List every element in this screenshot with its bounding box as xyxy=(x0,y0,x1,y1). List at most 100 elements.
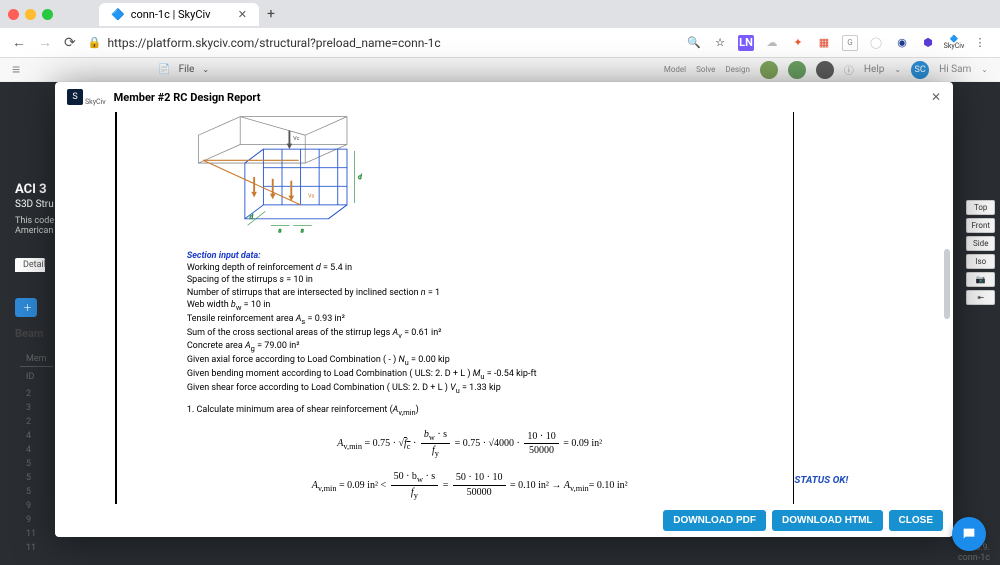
label-design: Design xyxy=(725,65,749,74)
status-ok: STATUS OK! xyxy=(794,475,848,486)
beam-diagram: Vs Vc d d s s xyxy=(187,112,377,242)
status-wrap: STATUS OK! xyxy=(794,112,913,504)
report-line: Given axial force according to Load Comb… xyxy=(187,354,753,368)
report-modal: S SkyCiv Member #2 RC Design Report ✕ xyxy=(55,82,953,537)
table-row[interactable]: 5 xyxy=(20,457,53,471)
view-top-button[interactable]: Top xyxy=(966,200,995,215)
brand-label: SkyCiv xyxy=(85,98,106,106)
label-solve: Solve xyxy=(696,65,715,74)
camera-button[interactable]: 📷 xyxy=(966,272,995,287)
chevron-down-icon: ⌄ xyxy=(981,65,988,74)
ext-ln-icon[interactable]: LN xyxy=(738,35,754,51)
user-greeting: Hi Sam xyxy=(939,64,971,75)
forward-button[interactable]: → xyxy=(38,34,52,51)
table-row[interactable]: 2 xyxy=(20,415,53,429)
browser-tab[interactable]: 🔷 conn-1c | SkyCiv ✕ xyxy=(99,3,259,26)
star-icon[interactable]: ☆ xyxy=(712,35,728,51)
tab-favicon: 🔷 xyxy=(111,8,125,21)
table-row[interactable]: 2 xyxy=(20,387,53,401)
report-line: Given bending moment according to Load C… xyxy=(187,368,753,382)
ext-hex-icon[interactable]: ⬢ xyxy=(920,35,936,51)
modal-title: Member #2 RC Design Report xyxy=(114,91,261,104)
modal-footer: DOWNLOAD PDF DOWNLOAD HTML CLOSE xyxy=(55,504,953,537)
report-line: Spacing of the stirrups s = 10 in xyxy=(187,274,753,286)
modal-body: Vs Vc d d s s Section input data: Workin… xyxy=(55,112,953,504)
collapse-button[interactable]: ⇤ xyxy=(966,290,995,305)
svg-text:d: d xyxy=(249,213,253,221)
download-html-button[interactable]: DOWNLOAD HTML xyxy=(772,510,883,531)
report-line: Tensile reinforcement area As = 0.93 in² xyxy=(187,313,753,327)
ext-circle-icon[interactable]: ◯ xyxy=(868,35,884,51)
add-button[interactable]: ＋ xyxy=(15,298,37,317)
calc-heading: 1. Calculate minimum area of shear reinf… xyxy=(187,404,753,418)
report-line: Given shear force according to Load Comb… xyxy=(187,382,753,396)
tab-bar: 🔷 conn-1c | SkyCiv ✕ + xyxy=(99,3,275,26)
svg-text:Vs: Vs xyxy=(308,193,315,199)
report-left-rule xyxy=(115,112,117,504)
close-button[interactable]: CLOSE xyxy=(889,510,943,531)
label-model: Model xyxy=(664,65,686,74)
table-row[interactable]: 9 xyxy=(20,499,53,513)
report-line: Concrete area Ag = 79.00 in² xyxy=(187,340,753,354)
col-id: ID xyxy=(26,372,34,382)
close-tab-icon[interactable]: ✕ xyxy=(238,8,247,21)
url-text: https://platform.skyciv.com/structural?p… xyxy=(107,36,440,50)
table-row[interactable]: 9 xyxy=(20,513,53,527)
chat-icon xyxy=(961,526,977,542)
ext-g-icon[interactable]: G xyxy=(842,35,858,51)
ext-cal-icon[interactable]: ▦ xyxy=(816,35,832,51)
avatar[interactable]: SC xyxy=(911,61,929,79)
info-icon[interactable]: ⓘ xyxy=(844,62,854,77)
chat-widget-button[interactable] xyxy=(952,517,986,551)
ext-skyciv-icon[interactable]: 🔷SkyCiv xyxy=(946,35,962,51)
kebab-icon[interactable]: ⋮ xyxy=(972,35,988,51)
mode-design-icon[interactable] xyxy=(816,61,834,79)
search-icon[interactable]: 🔍 xyxy=(686,35,702,51)
modal-header: S SkyCiv Member #2 RC Design Report ✕ xyxy=(55,82,953,112)
traffic-light-min[interactable] xyxy=(25,9,36,20)
new-tab-button[interactable]: + xyxy=(267,6,275,22)
app-top-bar: ≡ 📄 File ⌄ Model Solve Design ⓘ Help ⌄ S… xyxy=(0,58,1000,82)
mode-model-icon[interactable] xyxy=(760,61,778,79)
table-row[interactable]: 4 xyxy=(20,443,53,457)
ext-cloud-icon[interactable]: ☁ xyxy=(764,35,780,51)
table-row[interactable]: 3 xyxy=(20,401,53,415)
reload-button[interactable]: ⟳ xyxy=(64,35,76,51)
equation-2: Av,min = 0.09 in² < 50 · bw · sfy = 50 ·… xyxy=(187,470,753,501)
table-row[interactable]: 11 xyxy=(20,541,53,555)
col-mem: Mem xyxy=(26,354,47,364)
chevron-down-icon: ⌄ xyxy=(894,65,901,74)
help-menu[interactable]: Help xyxy=(864,64,884,75)
file-icon: 📄 xyxy=(158,64,170,75)
extensions: 🔍 ☆ LN ☁ ✦ ▦ G ◯ ◉ ⬢ 🔷SkyCiv ⋮ xyxy=(686,35,988,51)
svg-text:d: d xyxy=(358,173,362,181)
scrollbar-thumb[interactable] xyxy=(944,249,950,319)
view-iso-button[interactable]: Iso xyxy=(966,254,995,269)
report-content: Vs Vc d d s s Section input data: Workin… xyxy=(187,112,753,504)
ext-dot-icon[interactable]: ◉ xyxy=(894,35,910,51)
table-row[interactable]: 11 xyxy=(20,527,53,541)
report-line: Sum of the cross sectional areas of the … xyxy=(187,327,753,341)
equation-1: Av,min = 0.75 · √fc · bw · sfy = 0.75 · … xyxy=(187,428,753,459)
download-pdf-button[interactable]: DOWNLOAD PDF xyxy=(663,510,766,531)
table-row[interactable]: 5 xyxy=(20,485,53,499)
view-side-button[interactable]: Side xyxy=(966,236,995,251)
model-name: conn-1c xyxy=(958,553,990,563)
modal-close-button[interactable]: ✕ xyxy=(931,90,941,104)
tab-details[interactable]: Detail xyxy=(15,258,45,272)
svg-text:Vc: Vc xyxy=(293,136,299,142)
member-table: Mem ID 23244555991111 xyxy=(20,352,53,555)
lock-icon: 🔒 xyxy=(88,36,102,49)
traffic-light-close[interactable] xyxy=(8,9,19,20)
svg-text:s: s xyxy=(278,227,281,235)
hamburger-icon[interactable]: ≡ xyxy=(12,61,20,78)
file-menu[interactable]: File xyxy=(179,64,195,75)
address-bar[interactable]: 🔒 https://platform.skyciv.com/structural… xyxy=(88,36,441,50)
table-row[interactable]: 5 xyxy=(20,471,53,485)
mode-solve-icon[interactable] xyxy=(788,61,806,79)
ext-puzzle-icon[interactable]: ✦ xyxy=(790,35,806,51)
table-row[interactable]: 4 xyxy=(20,429,53,443)
traffic-light-max[interactable] xyxy=(42,9,53,20)
view-front-button[interactable]: Front xyxy=(966,218,995,233)
back-button[interactable]: ← xyxy=(12,34,26,51)
